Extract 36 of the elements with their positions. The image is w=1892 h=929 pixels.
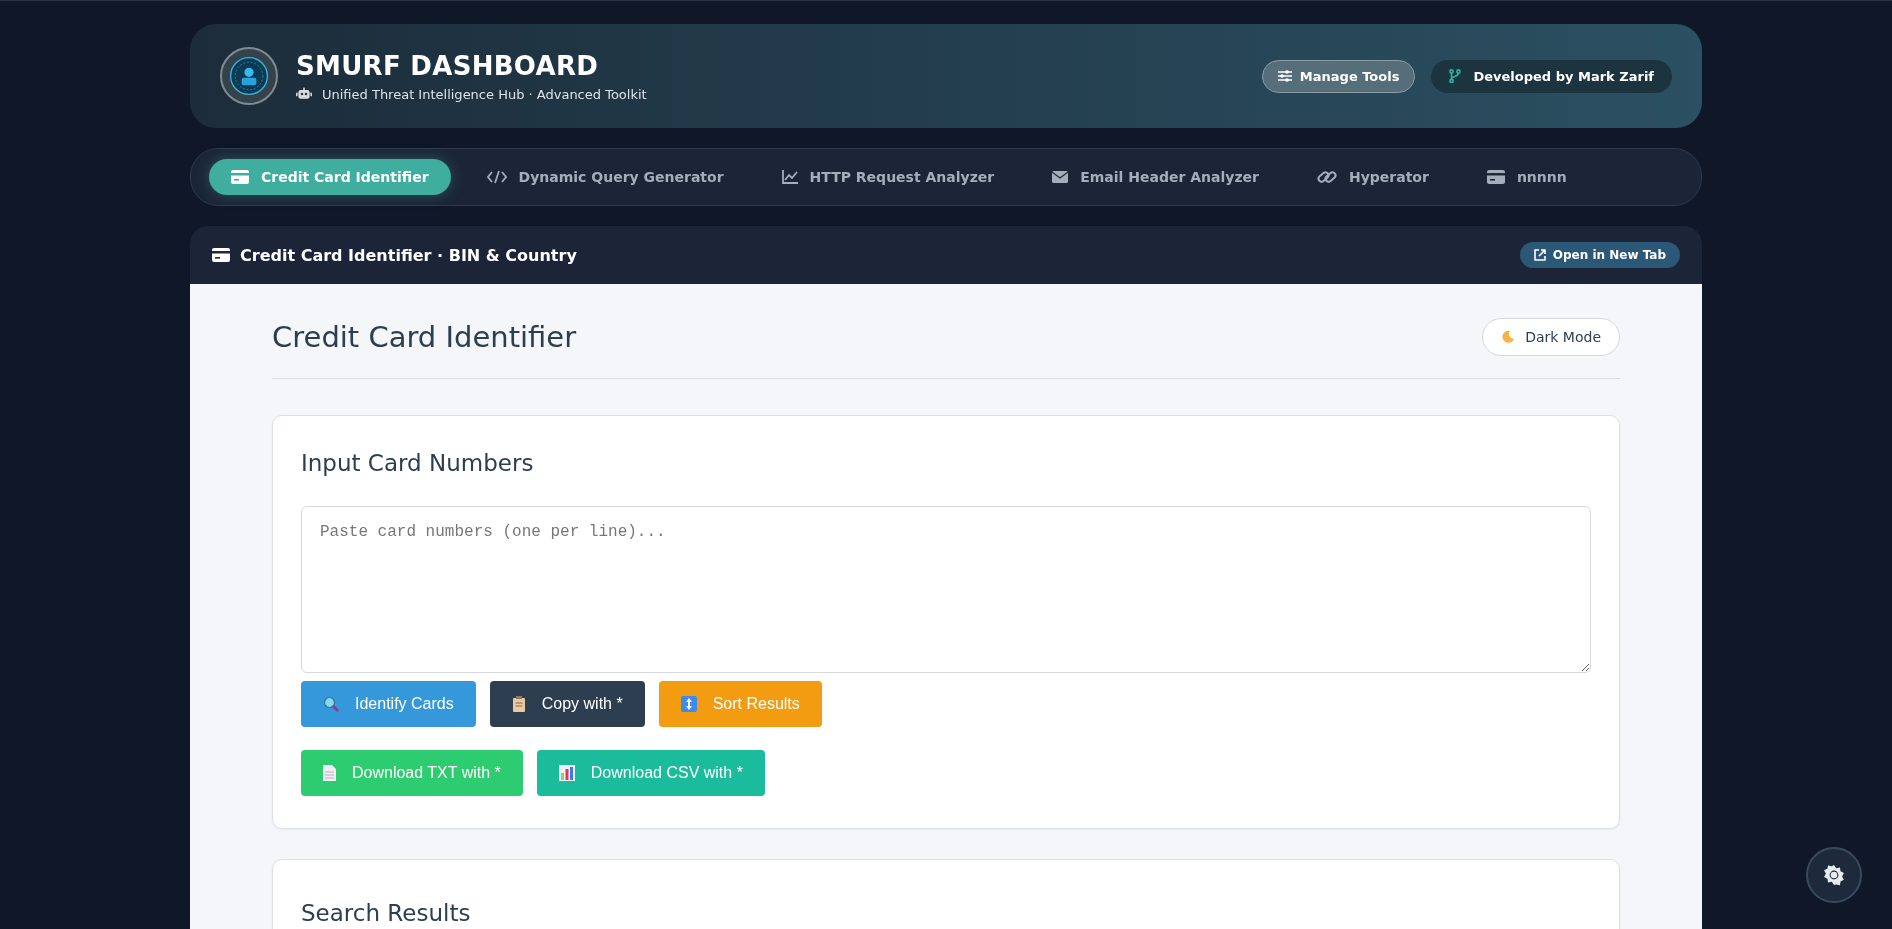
robot-icon (296, 87, 312, 101)
card-title: Input Card Numbers (301, 450, 535, 476)
document-icon (323, 765, 336, 781)
logo-badge (220, 47, 278, 105)
envelope-icon (1052, 171, 1069, 183)
link-icon (1316, 169, 1337, 185)
dashboard-title: SMURF DASHBOARD (296, 50, 600, 81)
settings-button[interactable] (1806, 847, 1862, 903)
credit-card-icon (1486, 170, 1505, 184)
magnifier-icon (323, 696, 339, 712)
gear-icon (1823, 864, 1845, 886)
credit-card-icon (231, 170, 249, 184)
tool-tab[interactable]: HTTP Request Analyzer (759, 159, 1017, 195)
panel-title: Credit Card Identifier · BIN & Country (240, 245, 577, 265)
tool-tab[interactable]: Dynamic Query Generator (464, 159, 746, 195)
dashboard-subtitle: Unified Threat Intelligence Hub · Advanced Toolkit (322, 86, 647, 102)
line-chart-icon (781, 170, 798, 184)
action-button[interactable]: Copy with * (489, 681, 645, 727)
external-link-icon (1533, 249, 1546, 261)
tool-tab[interactable]: Hyperator (1294, 159, 1451, 195)
dark-mode-button[interactable]: Dark Mode (1482, 318, 1620, 356)
tool-tab[interactable]: nnnnn (1464, 159, 1589, 195)
card-title: Search Results (301, 900, 472, 926)
manage-tools-button[interactable]: Manage Tools (1261, 59, 1416, 93)
sliders-icon (1277, 70, 1292, 82)
tool-tab[interactable]: Email Header Analyzer (1030, 159, 1281, 195)
developer-credit: Developed by Mark Zarif (1431, 59, 1672, 93)
moon-icon (1501, 330, 1516, 344)
card-numbers-input[interactable]: Paste card numbers (one per line)... (301, 506, 1591, 673)
open-in-new-tab-button[interactable]: Open in New Tab (1519, 242, 1680, 268)
bar-chart-icon (558, 765, 575, 781)
clipboard-icon (511, 696, 526, 712)
page-title: Credit Card Identifier (272, 320, 577, 354)
branch-icon (1449, 69, 1462, 83)
code-icon (486, 170, 507, 184)
credit-card-icon (212, 248, 230, 262)
